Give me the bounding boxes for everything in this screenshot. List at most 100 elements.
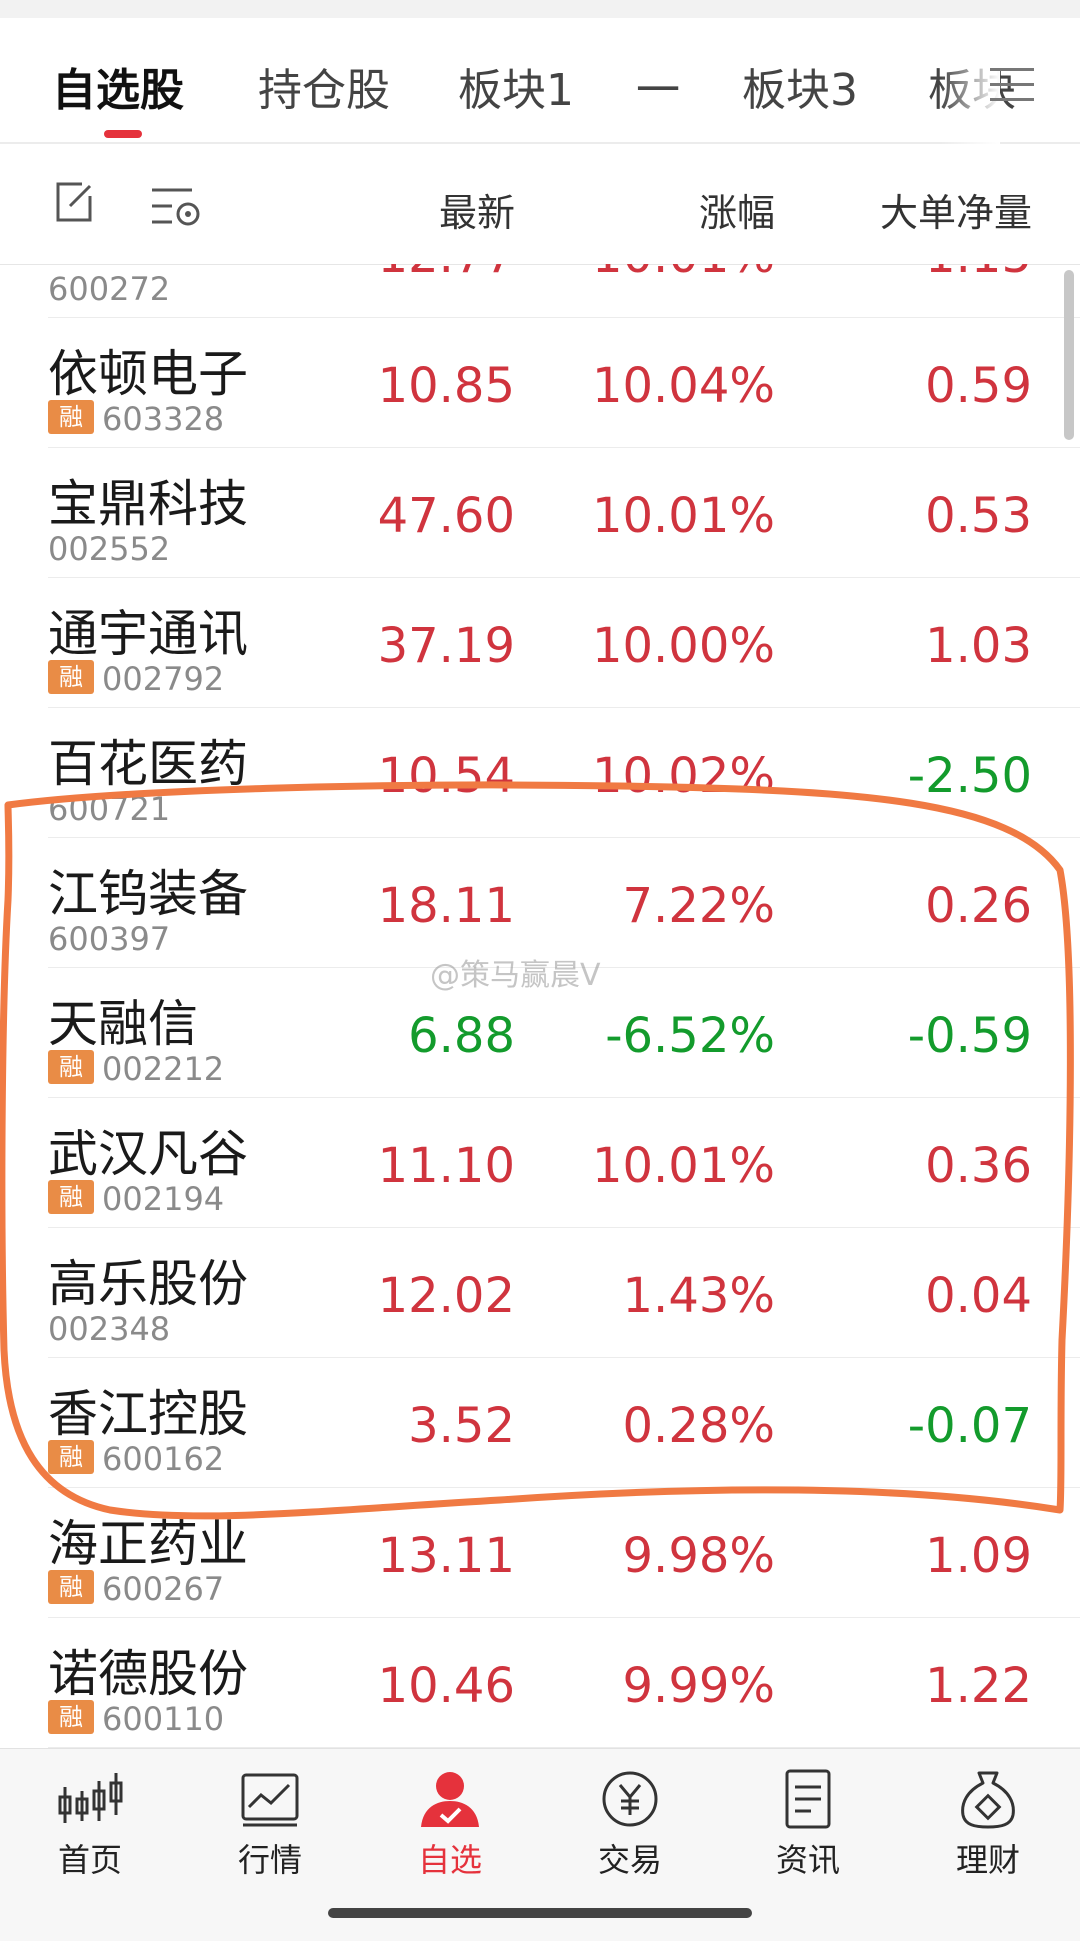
stock-change: 10.04% [591, 358, 775, 414]
stock-netflow: -0.07 [907, 1398, 1032, 1454]
nav-news[interactable]: 资讯 [748, 1769, 868, 1889]
stock-change: 9.99% [622, 1658, 775, 1714]
stock-netflow: 0.36 [925, 1138, 1032, 1194]
nav-home-label: 首页 [57, 1841, 122, 1879]
nav-trade[interactable]: 交易 [570, 1769, 690, 1889]
stock-change: 10.01% [591, 488, 775, 544]
stock-name: 宝鼎科技 [48, 475, 248, 533]
stock-row[interactable]: 通宇通讯 融 002792 37.19 10.00% 1.03 [0, 578, 1080, 708]
stock-code: 002552 [48, 530, 171, 568]
stock-name: 依顿电子 [48, 345, 248, 403]
stock-netflow: 1.03 [925, 618, 1032, 674]
stock-name: 天融信 [48, 995, 198, 1053]
stock-price: 10.85 [377, 358, 515, 414]
filter-settings-icon[interactable] [150, 186, 202, 230]
stock-code-line: 融 600267 [48, 1570, 225, 1608]
group-tabs: 自选股 持仓股 板块1 一 板块3 板块 [0, 18, 1080, 160]
tab-watchlist[interactable]: 自选股 [52, 54, 184, 118]
status-strip [0, 0, 1080, 18]
margin-badge: 融 [48, 1180, 94, 1214]
stock-name: 百花医药 [48, 735, 248, 793]
stock-name: 高乐股份 [48, 1255, 248, 1313]
stock-change: 7.22% [622, 878, 775, 934]
stock-netflow: 0.26 [925, 878, 1032, 934]
stock-row[interactable]: 香江控股 融 600162 3.52 0.28% -0.07 [0, 1358, 1080, 1488]
tab-holdings[interactable]: 持仓股 [258, 54, 390, 118]
stock-code: 600397 [48, 920, 171, 958]
stock-netflow: 1.09 [925, 1528, 1032, 1584]
stock-price: 12.77 [378, 264, 515, 284]
margin-badge: 融 [48, 660, 94, 694]
stock-price: 10.46 [377, 1658, 515, 1714]
stock-code-line: 002348 [48, 1310, 170, 1348]
col-netflow[interactable]: 大单净量 [880, 182, 1032, 237]
watermark: @策马赢晨V [430, 958, 601, 993]
stock-code: 002212 [102, 1050, 225, 1088]
stock-netflow: 1.15 [925, 264, 1032, 284]
stock-row[interactable]: 高乐股份 002348 12.02 1.43% 0.04 [0, 1228, 1080, 1358]
stock-code-line: 融 002194 [48, 1180, 225, 1218]
stock-row[interactable]: 依顿电子 融 603328 10.85 10.04% 0.59 [0, 318, 1080, 448]
margin-badge: 融 [48, 400, 94, 434]
stock-code: 002194 [102, 1180, 225, 1218]
stock-netflow: 1.22 [925, 1658, 1032, 1714]
stock-price: 6.88 [408, 1008, 515, 1064]
margin-badge: 融 [48, 1050, 94, 1084]
stock-change: -6.52% [605, 1008, 775, 1064]
nav-trade-label: 交易 [597, 1841, 662, 1879]
stock-row[interactable]: 海正药业 融 600267 13.11 9.98% 1.09 [0, 1488, 1080, 1618]
tab-menu-icon[interactable] [990, 68, 1034, 108]
stock-row[interactable]: 600272 12.77 10.01% 1.15 [0, 264, 1080, 318]
stock-code-line: 融 600110 [48, 1700, 225, 1738]
stock-code-line: 600721 [48, 790, 171, 828]
margin-badge: 融 [48, 1440, 94, 1474]
col-change[interactable]: 涨幅 [699, 182, 775, 237]
stock-row[interactable]: 百花医药 600721 10.54 10.02% -2.50 [0, 708, 1080, 838]
stock-netflow: -0.59 [907, 1008, 1032, 1064]
stock-row[interactable]: 诺德股份 融 600110 10.46 9.99% 1.22 [0, 1618, 1080, 1748]
stock-name: 武汉凡谷 [48, 1125, 248, 1183]
stock-code-line: 600397 [48, 920, 171, 958]
stock-name: 海正药业 [48, 1515, 248, 1573]
tab-sector-1[interactable]: 板块1 [458, 54, 574, 118]
yen-icon [602, 1771, 658, 1827]
stock-netflow: 0.53 [925, 488, 1032, 544]
stock-code: 600267 [102, 1570, 225, 1608]
stock-change: 10.00% [591, 618, 775, 674]
nav-news-label: 资讯 [775, 1841, 840, 1879]
stock-price: 10.54 [377, 748, 515, 804]
stock-name: 诺德股份 [48, 1645, 248, 1703]
stock-code: 600110 [102, 1700, 225, 1738]
home-indicator[interactable] [328, 1908, 752, 1918]
tab-sector-3[interactable]: 板块3 [742, 54, 858, 118]
stock-code: 603328 [102, 400, 225, 438]
stock-list: 600272 12.77 10.01% 1.15 依顿电子 融603328 10… [0, 264, 1080, 1748]
stock-row[interactable]: 武汉凡谷 融 002194 11.10 10.01% 0.36 [0, 1098, 1080, 1228]
stock-code-line: 融 600162 [48, 1440, 224, 1478]
nav-market[interactable]: 行情 [210, 1769, 330, 1889]
stock-change: 9.98% [622, 1528, 775, 1584]
nav-wealth[interactable]: 理财 [928, 1769, 1048, 1889]
nav-home[interactable]: 首页 [30, 1769, 150, 1889]
nav-wealth-label: 理财 [955, 1841, 1020, 1879]
stock-code: 600721 [48, 790, 171, 828]
stock-code-line: 融 002792 [48, 660, 224, 698]
candlestick-icon [58, 1773, 123, 1823]
nav-watchlist[interactable]: 自选 [390, 1769, 510, 1889]
tab-sector-2[interactable]: 一 [636, 54, 680, 118]
col-latest[interactable]: 最新 [439, 182, 515, 237]
stock-row[interactable]: 宝鼎科技 002552 47.60 10.01% 0.53 [0, 448, 1080, 578]
stock-netflow: -2.50 [907, 748, 1032, 804]
stock-price: 47.60 [377, 488, 515, 544]
edit-icon[interactable] [52, 180, 96, 224]
stock-change: 10.01% [592, 264, 775, 284]
stock-price: 12.02 [377, 1268, 515, 1324]
list-scrollbar[interactable] [1064, 270, 1074, 440]
stock-name: 江钨装备 [48, 865, 248, 923]
stock-row[interactable]: 江钨装备 600397 18.11 7.22% 0.26 [0, 838, 1080, 968]
nav-watchlist-label: 自选 [417, 1841, 482, 1879]
stock-price: 18.11 [377, 878, 515, 934]
active-tab-indicator [104, 130, 142, 138]
stock-code: 600272 [48, 270, 171, 308]
stock-code-line: 融 603328 [48, 400, 225, 438]
